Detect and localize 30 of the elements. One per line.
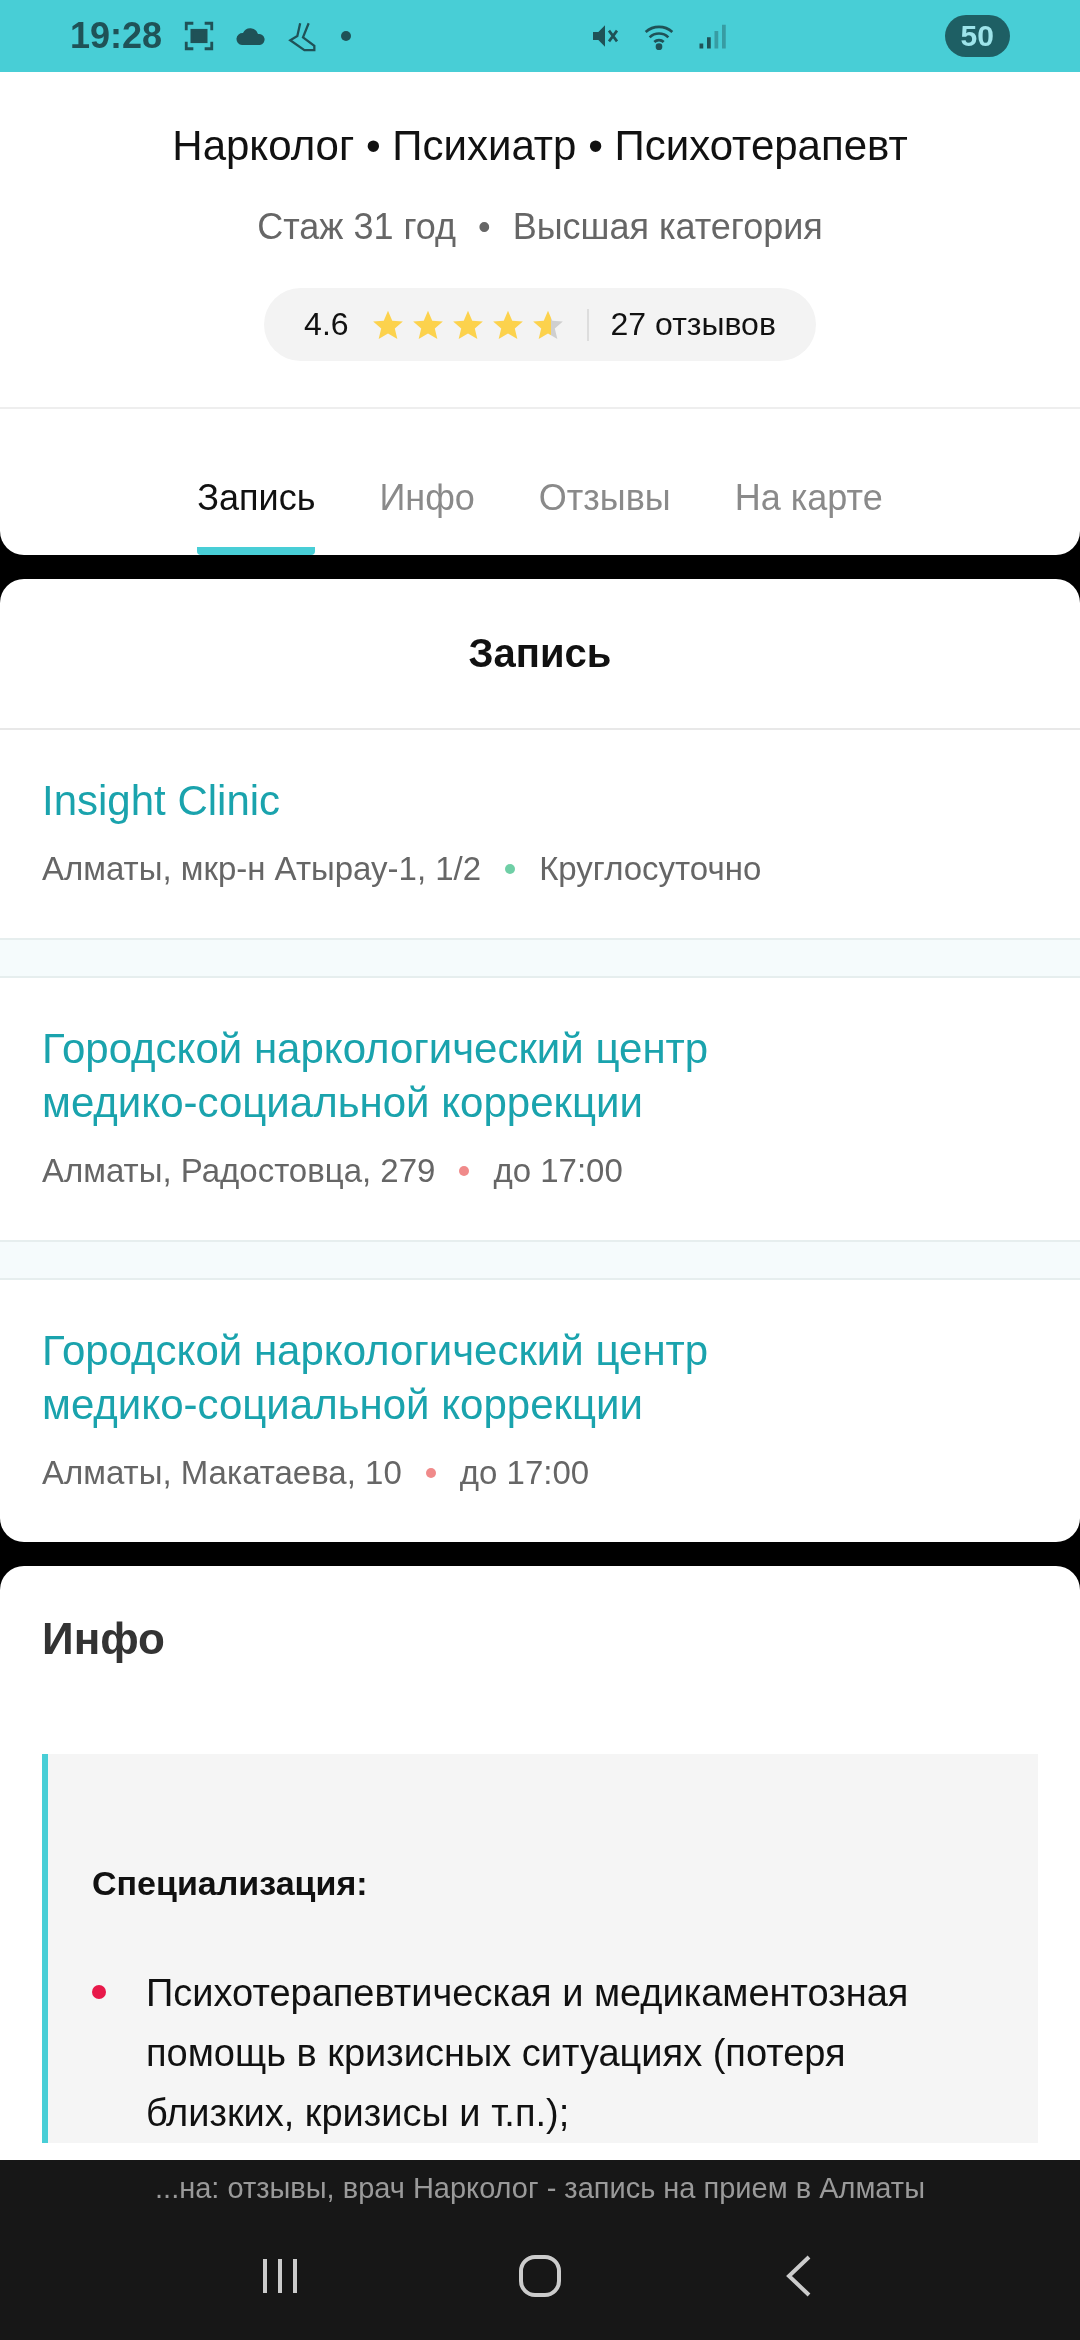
clinic-hours: Круглосуточно	[539, 850, 762, 888]
clinic-link[interactable]: Городской наркологический центр медико-социальной коррекции	[42, 1022, 762, 1130]
page-caption: ...на: отзывы, врач Нарколог - запись на прием в Алматы	[155, 2172, 925, 2205]
card-title: Запись	[0, 579, 1080, 730]
clinic-link[interactable]: Insight Clinic	[42, 774, 762, 828]
doctor-specialties: Нарколог • Психиатр • Психотерапевт	[172, 122, 908, 170]
clinic-address: Алматы, мкр-н Атырау-1, 1/2	[42, 850, 482, 888]
clinic-address: Алматы, Макатаева, 10	[42, 1454, 402, 1492]
rating-value: 4.6	[304, 306, 349, 343]
clinic-hours: до 17:00	[459, 1454, 590, 1492]
separator-dot: •	[478, 206, 491, 248]
experience-text: Стаж 31 год	[257, 206, 456, 248]
clinic-link[interactable]: Городской наркологический центр медико-социальной коррекции	[42, 1324, 762, 1432]
tab[interactable]: Запись	[197, 409, 316, 555]
tab[interactable]: Отзывы	[538, 409, 671, 555]
rating-pill[interactable]: 4.6 27 отзывов	[264, 288, 816, 361]
tab[interactable]: Инфо	[379, 409, 475, 555]
dot-icon	[340, 30, 353, 42]
tab[interactable]: На карте	[734, 409, 883, 555]
cloud-icon	[236, 25, 267, 47]
clinic-address: Алматы, Радостовца, 279	[42, 1152, 436, 1190]
section-title: Инфо	[41, 1613, 166, 1665]
reviews-count: 27 отзывов	[610, 306, 776, 343]
clinic-hours: до 17:00	[493, 1152, 623, 1190]
list-item-text: Психотерапевтическая и медикаментозная помощь в кризисных ситуациях (потеря близких, кризисы и т.п.);	[146, 1971, 910, 2136]
bullet-icon	[92, 1985, 106, 1999]
info-heading: Специализация:	[92, 1864, 369, 1903]
status-time: 19:28	[70, 15, 163, 57]
battery-indicator: 50	[944, 15, 1010, 57]
category-text: Высшая категория	[512, 206, 823, 248]
